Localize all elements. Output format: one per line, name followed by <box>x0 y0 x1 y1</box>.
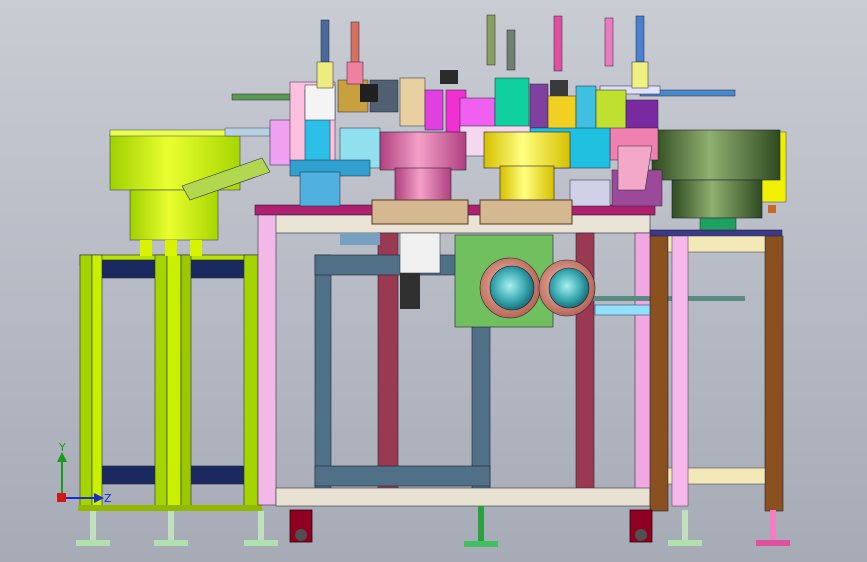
z-axis-label: Z <box>104 492 112 505</box>
casters <box>289 509 653 543</box>
left-vibratory-bowl <box>109 127 271 256</box>
right-feeder-stand <box>649 229 784 512</box>
leveling-feet <box>76 506 790 547</box>
y-axis-label: Y <box>58 441 66 454</box>
drive-motor <box>399 232 596 328</box>
vertical-cylinders <box>316 14 649 89</box>
cad-viewport[interactable]: Y Z <box>0 0 867 562</box>
x-axis-marker <box>57 493 66 502</box>
left-feeder-stand <box>78 254 262 511</box>
right-vibratory-bowl <box>651 129 787 231</box>
